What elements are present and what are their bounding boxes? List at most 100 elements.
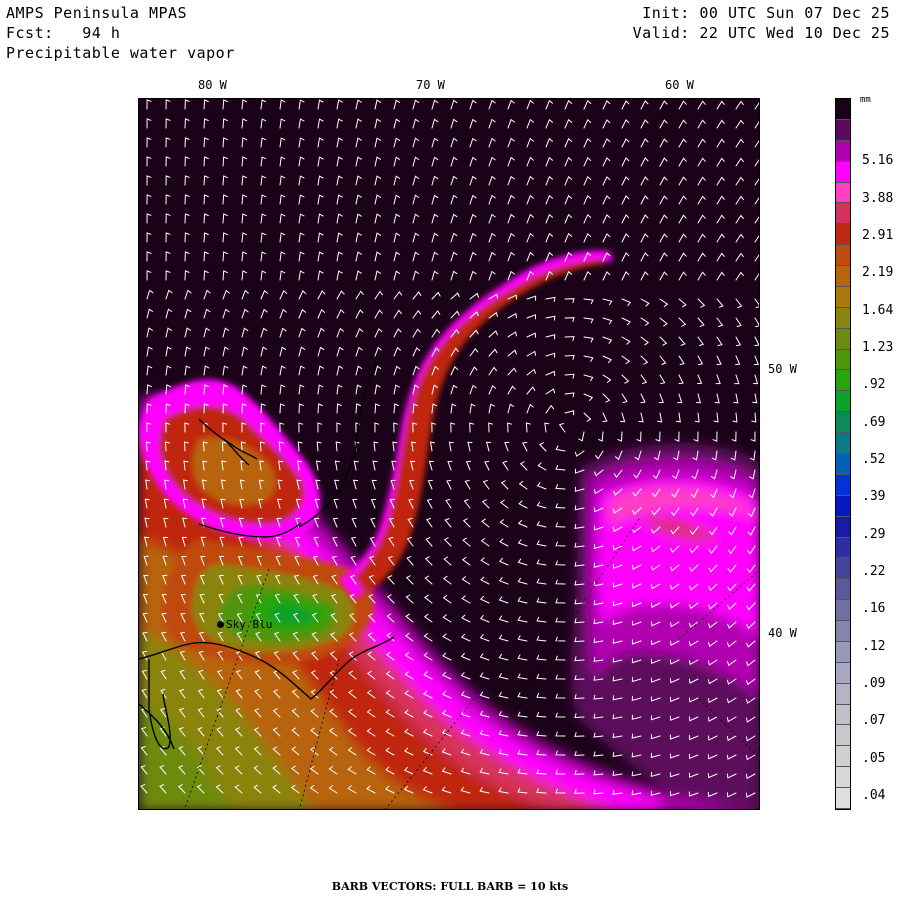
wind-barb [678,271,687,281]
wind-barb [525,422,531,433]
wind-barb [424,594,433,604]
wind-barb [488,194,496,205]
wind-barb [317,156,324,167]
wind-barb [697,100,706,110]
wind-barb [555,465,566,471]
wind-barb [260,365,267,376]
wind-barb [412,118,420,129]
wind-barb [203,156,209,167]
wind-barb [469,175,477,186]
wind-barb [336,137,343,148]
wind-barb [517,539,528,547]
wind-barb [716,138,725,148]
wind-barb [678,138,687,148]
wind-barb [697,252,706,262]
wind-barb [621,195,630,205]
colorbar-swatch [836,307,850,329]
wind-barb [507,118,515,129]
wind-barb [387,575,395,585]
wind-barb [260,118,267,129]
wind-barb [412,99,420,110]
wind-barb [428,460,434,471]
colorbar-swatch [836,182,850,204]
wind-barb [431,232,439,243]
wind-barb [393,137,401,148]
wind-barb [640,252,649,262]
wind-barb [426,498,433,509]
map-panel[interactable] [138,98,760,810]
wind-barb [412,137,420,148]
colorbar-swatch [836,495,850,517]
wind-barb [488,232,496,243]
wind-barb [336,232,343,243]
forecast-hours: 94 h [82,24,121,42]
wind-barb [517,635,528,642]
wind-barb [405,594,414,604]
wind-barb [735,233,744,243]
wind-barb [260,99,267,110]
wind-barb [423,633,433,642]
wind-barb [694,412,700,423]
wind-barb [545,99,553,110]
wind-barb [450,403,457,414]
wind-barb [203,118,209,129]
wind-barb [203,308,211,319]
colorbar-swatch [836,788,850,809]
wind-barb [279,232,286,243]
wind-barb [517,597,528,604]
wind-barb [675,412,681,423]
wind-barb [412,232,420,243]
wind-barb [602,138,611,148]
wind-barb [184,99,190,110]
wind-barb [241,156,248,167]
wind-barb [241,232,248,243]
wind-barb [735,252,744,262]
wind-barb [507,331,518,338]
wind-barb [431,156,439,167]
wind-barb [482,480,490,490]
wind-barb [465,460,471,471]
wind-barb [697,138,706,148]
wind-barb [203,289,211,300]
wind-barb [298,290,307,300]
wind-barb [203,251,209,262]
wind-barb [317,137,324,148]
colorbar-swatch [836,119,850,141]
wind-barb [558,423,566,433]
wind-barb [564,354,575,360]
colorbar-swatch [836,474,850,496]
wind-barb [450,232,458,243]
wind-barb [678,119,687,129]
wind-barb [659,100,668,110]
wind-barb [298,137,305,148]
wind-barb [336,175,343,186]
wind-barb [754,159,759,167]
wind-barb [716,271,725,281]
wind-barb [754,235,759,243]
wind-barb [450,99,458,110]
wind-barb [631,771,642,777]
wind-barb [485,441,492,452]
wind-barb [241,308,249,319]
valid-time: Valid: 22 UTC Wed 10 Dec 25 [632,24,890,42]
wind-barb [545,194,553,205]
wind-barb [260,194,267,205]
colorbar-swatch [836,454,850,475]
wind-barb [355,290,364,300]
wind-barb [507,349,517,357]
wind-barb [460,652,471,661]
station-marker[interactable] [217,621,224,628]
wind-barb [355,137,362,148]
wind-barb [298,270,305,281]
wind-barb [697,176,706,186]
wind-barb [374,137,381,148]
wind-barb [447,460,453,471]
wind-barb [279,384,286,395]
wind-barb [638,412,644,423]
wind-barb [374,422,380,433]
wind-barb [612,770,623,776]
wind-barb [165,156,171,167]
wind-barb [517,654,528,661]
wind-barb [424,556,433,566]
wind-barb [222,308,230,319]
